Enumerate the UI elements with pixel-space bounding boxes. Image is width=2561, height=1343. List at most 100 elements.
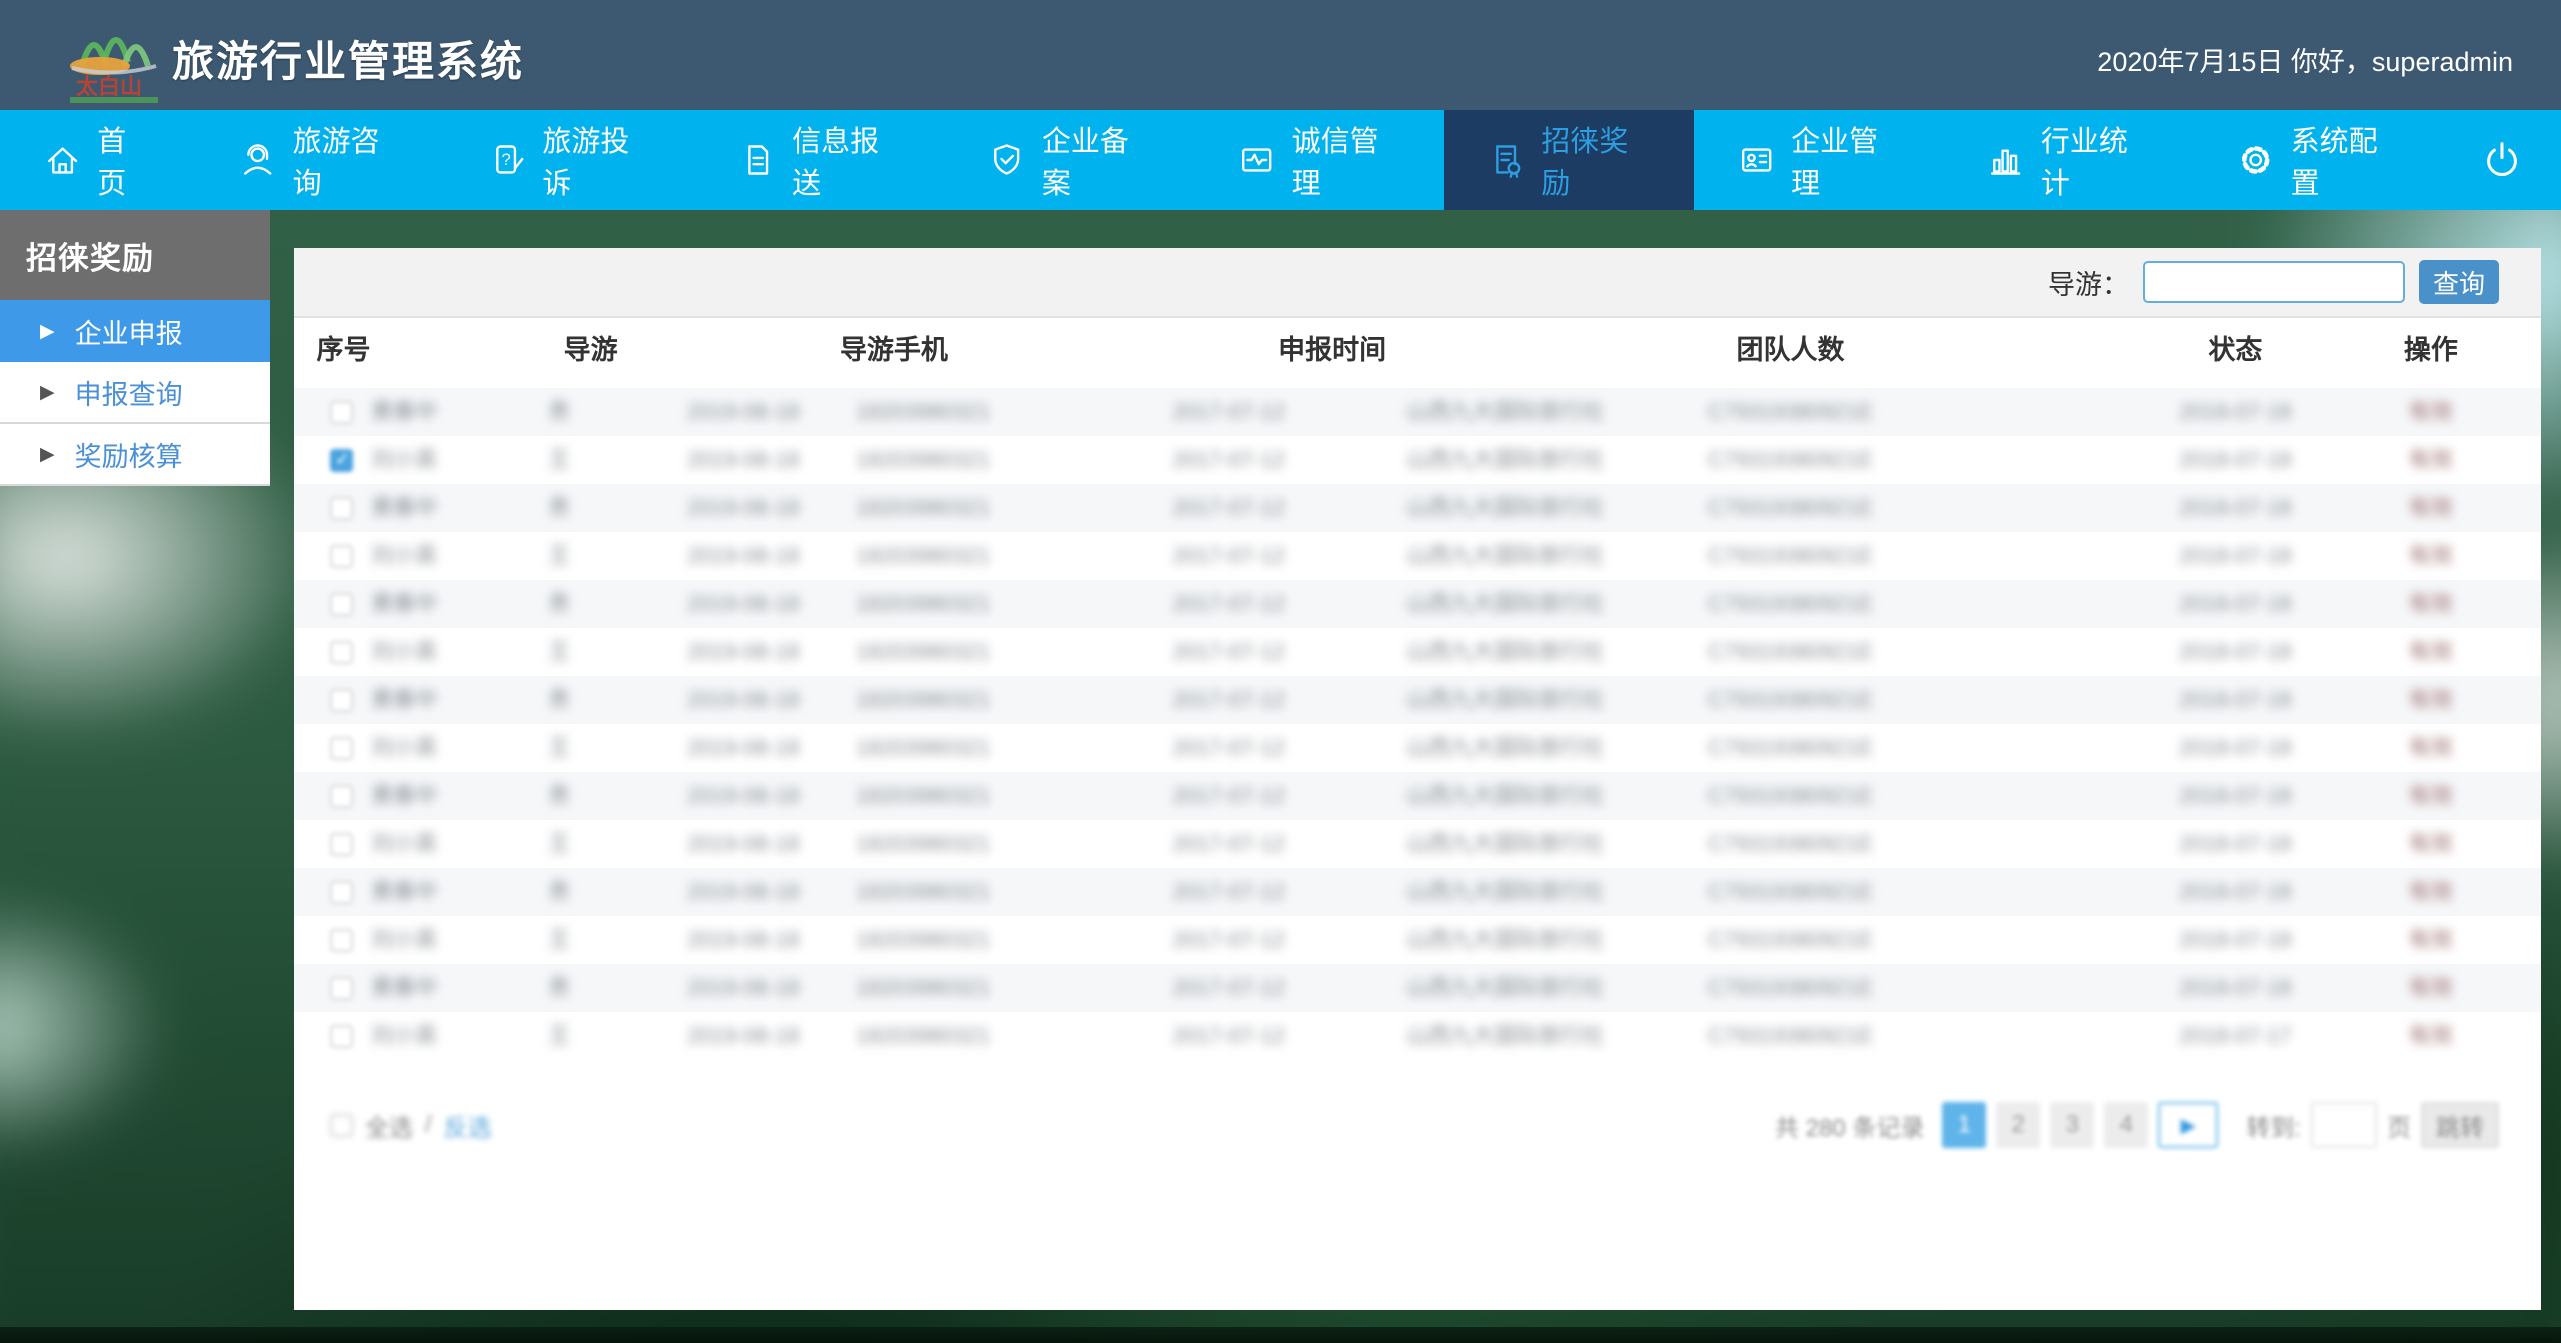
nav-item-industry-stats[interactable]: 行业统计 (1943, 110, 2193, 210)
cell-guide: 王 (548, 916, 570, 964)
cell-date1: 2019-08-18 (687, 964, 800, 1012)
nav-item-home[interactable]: 首页 (0, 110, 195, 210)
cell-code: C79319380921E (1708, 532, 1873, 580)
cell-guide: 王 (548, 724, 570, 772)
goto-button[interactable]: 跳转 (2421, 1102, 2499, 1148)
triangle-icon: ▶ (40, 383, 55, 402)
cell-date1: 2019-08-18 (687, 436, 800, 484)
select-all-checkbox[interactable] (330, 1114, 353, 1137)
nav-item-recruit-reward[interactable]: 招徕奖励 (1444, 110, 1694, 210)
row-checkbox[interactable] (330, 929, 353, 952)
table-row: 黄春中贵2019-08-18182039803212017-07-12山西九大国… (294, 868, 2541, 916)
page-button[interactable]: 4 (2104, 1102, 2148, 1148)
cell-status[interactable]: 有效 (2409, 916, 2453, 964)
search-button[interactable]: 查询 (2419, 260, 2499, 304)
cell-company: 山西九大国际旅行社 (1406, 1012, 1604, 1060)
row-checkbox[interactable] (330, 737, 353, 760)
cell-status[interactable]: 有效 (2409, 484, 2453, 532)
cell-name: 黄春中 (371, 388, 437, 436)
row-checkbox[interactable] (330, 881, 353, 904)
cell-date1: 2019-08-18 (687, 532, 800, 580)
cell-date2: 2017-07-12 (1172, 1012, 1285, 1060)
home-icon (44, 140, 81, 180)
cell-company: 山西九大国际旅行社 (1406, 580, 1604, 628)
invert-selection-label[interactable]: 反选 (444, 1108, 492, 1143)
cell-status[interactable]: 有效 (2409, 436, 2453, 484)
row-checkbox[interactable] (330, 545, 353, 568)
cell-code: C79319380921E (1708, 820, 1873, 868)
cell-date1: 2019-08-18 (687, 916, 800, 964)
page-button[interactable]: 3 (2050, 1102, 2094, 1148)
cell-status[interactable]: 有效 (2409, 532, 2453, 580)
row-checkbox[interactable] (330, 497, 353, 520)
cell-date3: 2018-07-18 (2179, 916, 2292, 964)
page-button[interactable]: 1 (1942, 1102, 1986, 1148)
row-checkbox[interactable] (330, 689, 353, 712)
cell-status[interactable]: 有效 (2409, 628, 2453, 676)
nav-item-label: 首页 (97, 118, 151, 202)
nav-item-label: 企业管理 (1791, 118, 1899, 202)
nav-item-enterprise-record[interactable]: 企业备案 (944, 110, 1194, 210)
nav-item-integrity-mgmt[interactable]: 诚信管理 (1194, 110, 1444, 210)
nav-item-tourism-complaint[interactable]: ?旅游投诉 (445, 110, 695, 210)
cell-phone: 18203980321 (856, 436, 991, 484)
row-checkbox[interactable] (330, 785, 353, 808)
sidebar-item-enterprise-declare[interactable]: ▶企业申报 (0, 300, 270, 362)
sidebar-item-reward-calc[interactable]: ▶奖励核算 (0, 424, 270, 486)
row-checkbox[interactable] (330, 977, 353, 1000)
sidebar-item-declare-query[interactable]: ▶申报查询 (0, 362, 270, 424)
certificate-icon (1488, 140, 1525, 180)
cell-date2: 2017-07-12 (1172, 580, 1285, 628)
cell-status[interactable]: 有效 (2409, 580, 2453, 628)
cell-date3: 2018-07-17 (2179, 1012, 2292, 1060)
row-checkbox[interactable] (330, 833, 353, 856)
cell-code: C79319380921E (1708, 868, 1873, 916)
next-page-button[interactable]: ▶ (2158, 1102, 2218, 1148)
row-checkbox[interactable] (330, 593, 353, 616)
cell-date2: 2017-07-12 (1172, 916, 1285, 964)
nav-item-system-config[interactable]: 系统配置 (2193, 110, 2443, 210)
triangle-icon: ▶ (40, 445, 55, 464)
nav-item-tourism-consult[interactable]: 旅游咨询 (195, 110, 445, 210)
cell-guide: 贵 (548, 388, 570, 436)
cell-status[interactable]: 有效 (2409, 388, 2453, 436)
row-checkbox[interactable] (330, 449, 353, 472)
cell-guide: 王 (548, 820, 570, 868)
nav-item-info-report[interactable]: 信息报送 (695, 110, 945, 210)
cell-status[interactable]: 有效 (2409, 724, 2453, 772)
cell-status[interactable]: 有效 (2409, 868, 2453, 916)
nav-item-label: 企业备案 (1042, 118, 1150, 202)
row-checkbox[interactable] (330, 1025, 353, 1048)
page-title: 旅游行业管理系统 (172, 28, 524, 89)
logout-power-button[interactable] (2443, 110, 2561, 210)
page-button[interactable]: 2 (1996, 1102, 2040, 1148)
monitor-pulse-icon (1238, 140, 1275, 180)
guide-search-label: 导游： (2048, 263, 2129, 302)
select-all-label[interactable]: 全选 (365, 1108, 413, 1143)
headset-icon (239, 140, 276, 180)
cell-code: C79319380921E (1708, 772, 1873, 820)
cell-status[interactable]: 有效 (2409, 820, 2453, 868)
cell-name: 黄春中 (371, 964, 437, 1012)
cell-phone: 18203980321 (856, 916, 991, 964)
guide-search-input[interactable] (2143, 261, 2405, 303)
cell-status[interactable]: 有效 (2409, 1012, 2453, 1060)
cell-status[interactable]: 有效 (2409, 676, 2453, 724)
row-checkbox[interactable] (330, 401, 353, 424)
cell-date2: 2017-07-12 (1172, 532, 1285, 580)
cell-name: 刘小英 (371, 916, 437, 964)
table-row: 刘小英王2019-08-18182039803212017-07-12山西九大国… (294, 628, 2541, 676)
goto-page-input[interactable] (2311, 1102, 2377, 1148)
cell-status[interactable]: 有效 (2409, 772, 2453, 820)
cell-phone: 18203980321 (856, 580, 991, 628)
cell-company: 山西九大国际旅行社 (1406, 820, 1604, 868)
cell-status[interactable]: 有效 (2409, 964, 2453, 1012)
nav-item-enterprise-mgmt[interactable]: 企业管理 (1694, 110, 1944, 210)
cell-name: 黄春中 (371, 580, 437, 628)
nav-item-label: 系统配置 (2291, 118, 2399, 202)
row-checkbox[interactable] (330, 641, 353, 664)
column-header: 团队人数 (1737, 318, 1845, 382)
cell-date2: 2017-07-12 (1172, 724, 1285, 772)
goto-label: 转到: (2246, 1108, 2301, 1143)
cell-phone: 18203980321 (856, 388, 991, 436)
